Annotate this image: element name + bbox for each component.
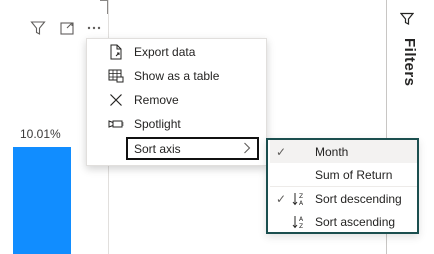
svg-text:Z: Z: [299, 223, 303, 230]
chevron-right-icon: [243, 141, 251, 158]
menu-item-export-data[interactable]: Export data: [87, 40, 266, 64]
submenu-item-sum-of-return[interactable]: Sum of Return: [270, 163, 417, 186]
filters-pane-label[interactable]: Filters: [401, 38, 418, 87]
submenu-item-sort-ascending[interactable]: AZ Sort ascending: [270, 210, 417, 233]
chart-bar[interactable]: [13, 147, 71, 254]
menu-item-label: Sort axis: [134, 141, 181, 156]
menu-item-label: Spotlight: [134, 117, 181, 131]
checkmark-icon: ✓: [276, 191, 287, 206]
focus-mode-icon[interactable]: [57, 18, 77, 38]
menu-item-label: Show as a table: [134, 69, 220, 83]
checkmark-icon: ✓: [276, 144, 287, 159]
submenu-item-month[interactable]: ✓ Month: [270, 140, 417, 163]
menu-item-remove[interactable]: Remove: [87, 88, 266, 112]
menu-item-label: Export data: [134, 45, 196, 59]
menu-item-label: Remove: [134, 93, 179, 107]
close-icon: [108, 92, 124, 108]
visual-border: [100, 0, 108, 14]
data-label: 10.01%: [20, 127, 61, 141]
export-data-icon: [108, 44, 124, 60]
filters-funnel-icon: [399, 12, 415, 26]
sort-ascending-icon: AZ: [292, 214, 306, 230]
sort-descending-icon: ZA: [292, 191, 306, 207]
menu-item-sort-axis[interactable]: Sort axis: [126, 137, 259, 160]
sort-axis-submenu: ✓ Month Sum of Return ✓ ZA Sort descendi…: [266, 138, 419, 234]
table-icon: [108, 68, 124, 84]
menu-item-spotlight[interactable]: Spotlight: [87, 112, 266, 136]
submenu-item-label: Sort ascending: [315, 214, 396, 229]
svg-text:A: A: [299, 200, 304, 207]
more-options-icon[interactable]: [84, 18, 104, 38]
submenu-item-label: Month: [315, 144, 349, 159]
submenu-item-label: Sort descending: [315, 191, 402, 206]
svg-text:A: A: [299, 216, 304, 223]
filter-icon[interactable]: [28, 18, 48, 38]
menu-item-show-as-table[interactable]: Show as a table: [87, 64, 266, 88]
submenu-item-sort-descending[interactable]: ✓ ZA Sort descending: [270, 187, 417, 210]
svg-text:Z: Z: [299, 193, 303, 200]
submenu-item-label: Sum of Return: [315, 167, 393, 182]
spotlight-icon: [108, 116, 124, 132]
